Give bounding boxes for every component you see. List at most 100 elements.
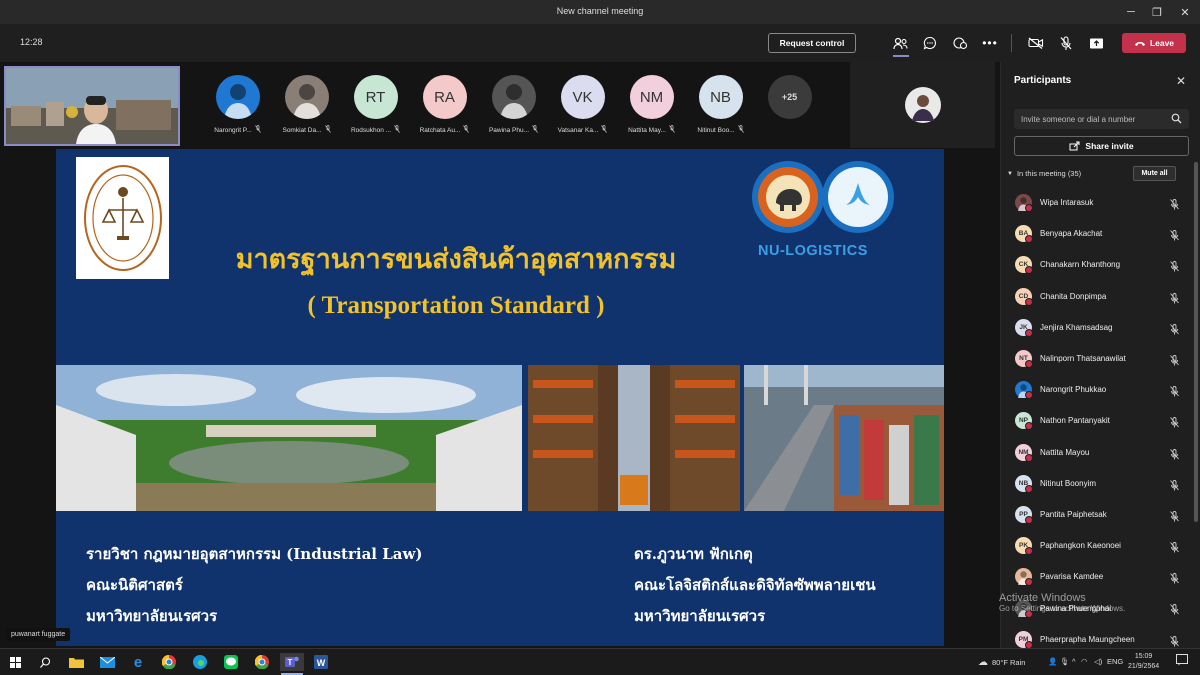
chrome-icon xyxy=(255,655,269,669)
leave-button[interactable]: Leave xyxy=(1122,33,1186,53)
participant-tile[interactable]: VK Vatsanar Ka... xyxy=(548,62,617,150)
clock-date: 21/9/2564 xyxy=(1128,663,1160,670)
participant-avatar: CD xyxy=(1015,287,1033,306)
participant-name: Pantita Paiphetsak xyxy=(1040,509,1107,519)
reactions-icon xyxy=(952,37,967,50)
mail-icon xyxy=(99,656,115,668)
participant-name: Somkiat Da... xyxy=(282,126,322,134)
file-explorer-button[interactable] xyxy=(66,653,86,671)
share-invite-button[interactable]: Share invite xyxy=(1014,136,1189,156)
participant-name: Nathon Pantanyakit xyxy=(1040,416,1110,426)
participant-list-item[interactable]: Pavarisa Kamdee xyxy=(1001,561,1193,592)
taskbar-search-button[interactable] xyxy=(35,653,55,671)
restore-button[interactable]: ❐ xyxy=(1144,0,1170,24)
request-control-button[interactable]: Request control xyxy=(768,33,856,53)
panel-scrollbar[interactable] xyxy=(1194,162,1198,522)
more-actions-button[interactable]: ••• xyxy=(982,35,998,51)
internet-explorer-icon: e xyxy=(133,653,143,671)
participant-list-item[interactable]: Narongrit Phukkao xyxy=(1001,374,1193,405)
chevron-up-icon: ^ xyxy=(1072,657,1076,666)
chat-icon xyxy=(923,36,936,50)
more-participants-count: +25 xyxy=(767,75,812,119)
camera-button[interactable] xyxy=(1028,35,1044,51)
participant-list-item[interactable]: NB Nitinut Boonyim xyxy=(1001,468,1193,499)
participant-name: Nalinporn Thatsanawilat xyxy=(1040,354,1126,364)
avatar-initials: NB xyxy=(710,88,731,106)
panel-close-button[interactable]: ✕ xyxy=(1176,74,1186,88)
tray-overflow[interactable]: ^ xyxy=(1072,657,1076,666)
presenter-line-3: มหาวิทยาลัยนเรศวร xyxy=(634,607,766,625)
participant-tile[interactable]: Pawina Phu... xyxy=(479,62,548,150)
chrome-button[interactable] xyxy=(159,653,179,671)
participant-tile[interactable]: RT Rodsukhon ... xyxy=(341,62,410,150)
self-video[interactable] xyxy=(4,66,180,146)
share-content-button[interactable] xyxy=(1088,35,1104,51)
warehouse-photo xyxy=(528,365,740,511)
participant-avatar: VK xyxy=(560,75,605,119)
mic-off-icon xyxy=(324,125,331,135)
weather-text: 80°F Rain xyxy=(992,658,1026,667)
participant-list-item[interactable]: PK Paphangkon Kaeonoei xyxy=(1001,530,1193,561)
participant-name-row: Vatsanar Ka... xyxy=(558,125,608,135)
minimize-icon: ─ xyxy=(1127,6,1135,18)
participant-tile[interactable]: NM Nattita May... xyxy=(617,62,686,150)
microphone-button[interactable] xyxy=(1058,35,1074,51)
chat-button[interactable] xyxy=(922,35,938,51)
tray-mic-icon[interactable]: 🎙 xyxy=(1060,657,1070,666)
participant-tile[interactable]: NB Nitinut Boo... xyxy=(686,62,755,150)
teams-icon: T xyxy=(285,656,299,667)
teams-button[interactable]: T xyxy=(280,653,304,671)
participants-toggle-button[interactable] xyxy=(892,35,908,51)
minimize-button[interactable]: ─ xyxy=(1118,0,1144,24)
tray-volume[interactable]: ◁) xyxy=(1094,657,1102,666)
active-speaker-tile[interactable] xyxy=(850,62,995,148)
course-line-2: คณะนิติศาสตร์ xyxy=(86,576,183,594)
start-button[interactable] xyxy=(5,653,25,671)
windows-taskbar: e T W ☁ 80°F Rain 👤 🎙 ^ ◠ ◁) ENG 15:09 2… xyxy=(0,648,1200,675)
participant-list-item[interactable]: Wipa Intarasuk xyxy=(1001,187,1193,218)
participant-list-item[interactable]: NP Nathon Pantanyakit xyxy=(1001,405,1193,436)
mic-off-icon xyxy=(1170,447,1179,465)
watermark-line-2: Go to Settings to activate Windows. xyxy=(999,604,1126,613)
speaker-icon: ◁) xyxy=(1094,657,1103,666)
close-window-button[interactable]: ✕ xyxy=(1170,0,1200,24)
mail-button[interactable] xyxy=(97,653,117,671)
participant-list-item[interactable]: BA Benyapa Akachat xyxy=(1001,218,1193,249)
participant-list-item[interactable]: CK Chanakarn Khanthong xyxy=(1001,249,1193,280)
chrome-profile-button[interactable] xyxy=(252,653,272,671)
language-indicator[interactable]: ENG xyxy=(1107,657,1123,666)
tray-wifi[interactable]: ◠ xyxy=(1081,657,1088,666)
tray-person-icon[interactable]: 👤 xyxy=(1048,657,1057,666)
wifi-icon: ◠ xyxy=(1081,657,1088,666)
in-meeting-header[interactable]: ▼ In this meeting (35) xyxy=(1007,169,1081,178)
weather-widget[interactable]: ☁ 80°F Rain xyxy=(978,657,1025,668)
self-video-feed xyxy=(6,68,178,144)
slide-photos xyxy=(56,365,944,511)
mic-off-icon xyxy=(1170,384,1179,402)
reactions-button[interactable] xyxy=(952,35,968,51)
notification-button[interactable] xyxy=(1176,654,1188,668)
participant-list-item[interactable]: JK Jenjira Khamsadsag xyxy=(1001,312,1193,343)
line-app-button[interactable] xyxy=(221,653,241,671)
participant-tile[interactable]: RA Ratchata Au... xyxy=(410,62,479,150)
panel-title: Participants xyxy=(1014,75,1072,86)
participant-list-item[interactable]: NM Nattita Mayou xyxy=(1001,437,1193,468)
participant-tile[interactable]: Narongrit P... xyxy=(203,62,272,150)
presenter-line-1: ดร.ภูวนาท ฟักเกตุ xyxy=(634,545,753,563)
meeting-timer: 12:28 xyxy=(20,37,43,47)
word-button[interactable]: W xyxy=(311,653,331,671)
invite-input[interactable]: Invite someone or dial a number xyxy=(1014,109,1189,129)
mute-all-button[interactable]: Mute all xyxy=(1133,166,1176,181)
participant-name: Nitinut Boo... xyxy=(697,126,735,134)
participant-list-item[interactable]: CD Chanita Donpimpa xyxy=(1001,281,1193,312)
participant-list-item[interactable]: NT Nalinporn Thatsanawilat xyxy=(1001,343,1193,374)
more-participants-tile[interactable]: +25 xyxy=(755,62,824,150)
participant-name-row: Ratchata Au... xyxy=(420,125,470,135)
internet-explorer-button[interactable]: e xyxy=(128,653,148,671)
taskbar-clock[interactable]: 15:09 21/9/2564 xyxy=(1128,652,1159,672)
avatar-initials: RT xyxy=(365,88,386,106)
participant-list-item[interactable]: PP Pantita Paiphetsak xyxy=(1001,499,1193,530)
edge-button[interactable] xyxy=(190,653,210,671)
participant-tile[interactable]: Somkiat Da... xyxy=(272,62,341,150)
participant-name: Vatsanar Ka... xyxy=(557,126,599,134)
